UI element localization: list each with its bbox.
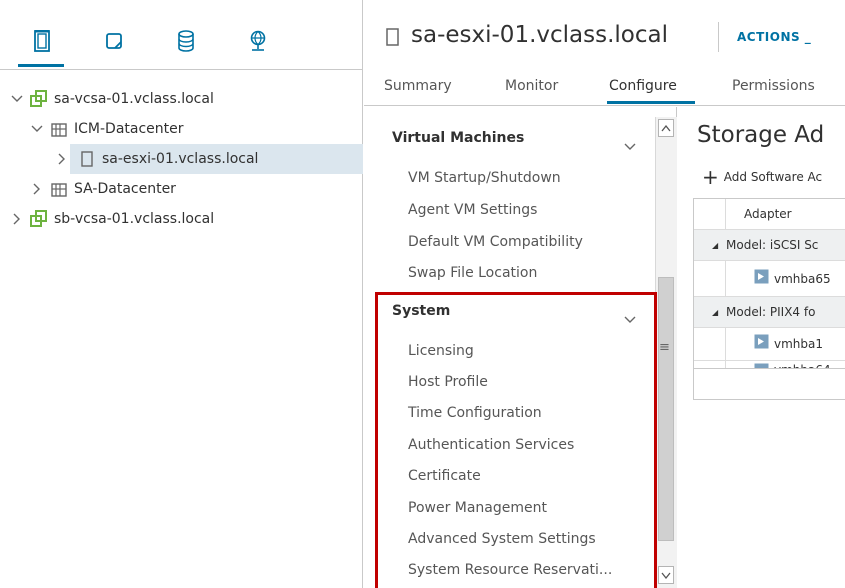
- datacenter-icon: [50, 120, 68, 138]
- chevron-down-icon[interactable]: [30, 122, 44, 136]
- collapse-triangle-icon[interactable]: ◢: [712, 308, 718, 317]
- table-row[interactable]: vmhba65: [694, 261, 845, 297]
- tree-label: sa-vcsa-01.vclass.local: [54, 91, 214, 107]
- header-divider: [718, 22, 719, 52]
- vms-and-templates-icon[interactable]: [102, 28, 126, 54]
- menu-item-authentication[interactable]: Authentication Services: [408, 437, 574, 453]
- actions-button[interactable]: ACTIONS _: [737, 30, 811, 44]
- tab-configure[interactable]: Configure: [609, 78, 677, 94]
- adapter-name: vmhba65: [774, 271, 831, 286]
- resize-grip-icon[interactable]: ≡: [659, 340, 670, 355]
- host-icon: [386, 28, 399, 50]
- storage-adapter-icon: [754, 269, 769, 284]
- storage-adapters-title: Storage Ad: [697, 122, 825, 148]
- configure-menu: Virtual Machines VM Startup/Shutdown Age…: [364, 107, 677, 588]
- menu-item-resource-reservation[interactable]: System Resource Reservati...: [408, 562, 612, 578]
- vcenter-icon: [30, 210, 48, 228]
- menu-item-power-management[interactable]: Power Management: [408, 500, 547, 516]
- object-tabs: Summary Monitor Configure Permissions: [364, 70, 845, 106]
- active-navigator-indicator: [18, 64, 64, 67]
- tree-label: SA-Datacenter: [74, 181, 176, 197]
- menu-item-vm-startup[interactable]: VM Startup/Shutdown: [408, 170, 561, 186]
- tree-item-sa-esxi[interactable]: sa-esxi-01.vclass.local: [70, 144, 363, 174]
- scroll-down-button[interactable]: [658, 566, 674, 584]
- tree-item-sa-vcsa[interactable]: sa-vcsa-01.vclass.local: [10, 84, 214, 114]
- select-column: [694, 261, 726, 296]
- group-label: Model: PIIX4 fo: [726, 305, 816, 319]
- group-row-iscsi[interactable]: ◢ Model: iSCSI Sc: [694, 230, 845, 261]
- vcenter-icon: [30, 90, 48, 108]
- tree-label: ICM-Datacenter: [74, 121, 184, 137]
- datacenter-icon: [50, 180, 68, 198]
- menu-item-advanced-settings[interactable]: Advanced System Settings: [408, 531, 596, 547]
- adapters-grid: Adapter ◢ Model: iSCSI Sc vmhba65 ◢ Mode…: [693, 198, 845, 400]
- section-system[interactable]: System: [392, 303, 450, 319]
- expand-host-chevron[interactable]: [55, 144, 75, 174]
- add-adapter-label: Add Software Ac: [723, 170, 823, 184]
- menu-item-certificate[interactable]: Certificate: [408, 468, 481, 484]
- chevron-down-icon[interactable]: [10, 92, 24, 106]
- active-tab-indicator: [607, 101, 695, 104]
- tree-item-sa-datacenter[interactable]: SA-Datacenter: [30, 174, 176, 204]
- storage-adapter-icon: [754, 334, 769, 349]
- group-label: Model: iSCSI Sc: [726, 238, 819, 252]
- adapter-name: vmhba64: [774, 363, 831, 368]
- networking-icon[interactable]: [246, 28, 270, 54]
- navigator-toolbar: [0, 0, 363, 70]
- section-virtual-machines[interactable]: Virtual Machines: [392, 130, 524, 146]
- add-software-adapter-button[interactable]: + Add Software Ac: [702, 165, 823, 189]
- adapter-name: vmhba1: [774, 337, 824, 351]
- table-row[interactable]: vmhba1: [694, 328, 845, 361]
- storage-adapter-icon: [754, 363, 769, 368]
- menu-item-default-vm-compat[interactable]: Default VM Compatibility: [408, 234, 583, 250]
- select-column: [694, 361, 726, 368]
- chevron-down-icon[interactable]: [624, 309, 636, 328]
- plus-icon: +: [702, 165, 719, 189]
- collapse-triangle-icon[interactable]: ◢: [712, 241, 718, 250]
- tree-item-sb-vcsa[interactable]: sb-vcsa-01.vclass.local: [10, 204, 214, 234]
- object-header: sa-esxi-01.vclass.local ACTIONS _: [364, 0, 845, 70]
- chevron-right-icon[interactable]: [30, 182, 44, 196]
- storage-icon[interactable]: [174, 28, 198, 54]
- host-icon: [78, 150, 96, 168]
- select-column: [694, 328, 726, 360]
- page-title: sa-esxi-01.vclass.local: [411, 22, 668, 48]
- menu-item-licensing[interactable]: Licensing: [408, 343, 474, 359]
- tree-label: sb-vcsa-01.vclass.local: [54, 211, 215, 227]
- navigator-panel: sa-vcsa-01.vclass.local ICM-Datacenter s…: [0, 0, 363, 588]
- tab-permissions[interactable]: Permissions: [732, 78, 815, 94]
- table-row[interactable]: vmhba64: [694, 361, 845, 369]
- group-row-piix4[interactable]: ◢ Model: PIIX4 fo: [694, 297, 845, 328]
- menu-item-host-profile[interactable]: Host Profile: [408, 374, 488, 390]
- scroll-thumb[interactable]: [658, 277, 674, 541]
- select-column: [694, 199, 726, 229]
- grid-header: Adapter: [694, 199, 845, 230]
- chevron-right-icon[interactable]: [10, 212, 24, 226]
- tab-summary[interactable]: Summary: [384, 78, 452, 94]
- hosts-and-clusters-icon[interactable]: [30, 28, 54, 54]
- chevron-right-icon[interactable]: [55, 152, 69, 166]
- tree-label: sa-esxi-01.vclass.local: [102, 151, 259, 167]
- menu-item-agent-vm[interactable]: Agent VM Settings: [408, 202, 537, 218]
- scroll-up-button[interactable]: [658, 119, 674, 137]
- menu-item-swap-file[interactable]: Swap File Location: [408, 265, 537, 281]
- column-adapter[interactable]: Adapter: [744, 207, 792, 221]
- chevron-down-icon[interactable]: [624, 136, 636, 155]
- tree-item-icm-datacenter[interactable]: ICM-Datacenter: [30, 114, 184, 144]
- menu-item-time-config[interactable]: Time Configuration: [408, 405, 542, 421]
- tab-monitor[interactable]: Monitor: [505, 78, 558, 94]
